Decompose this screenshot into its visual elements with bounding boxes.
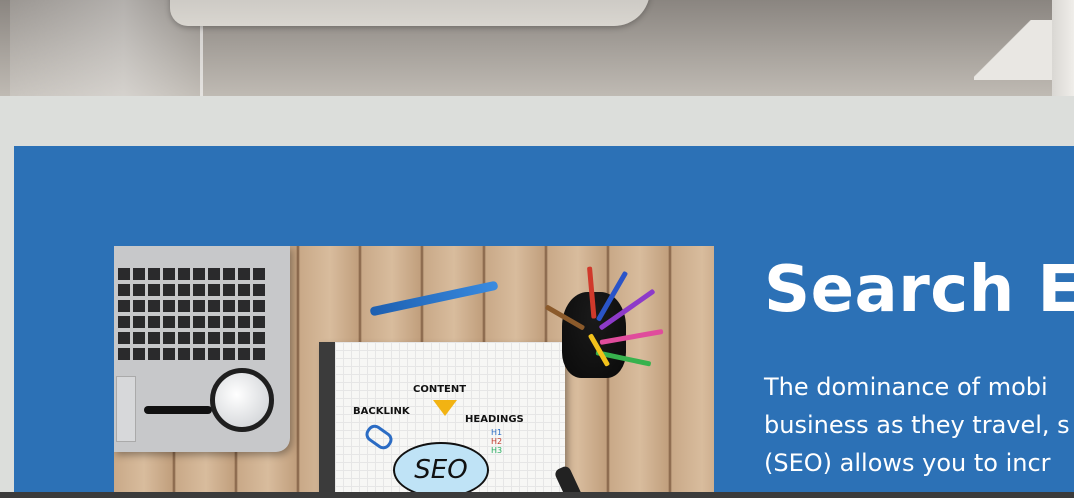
keyboard-image — [118, 264, 268, 360]
section-description: The dominance of mobi business as they t… — [764, 368, 1074, 482]
heading-tags: H1 H2 H3 — [491, 428, 502, 455]
chain-link-icon — [362, 421, 396, 453]
word-content: CONTENT — [413, 384, 467, 395]
description-line: The dominance of mobi — [764, 373, 1048, 401]
photo-edge-strip — [1052, 0, 1074, 96]
section-title: Search E — [764, 253, 1074, 327]
description-line: (SEO) allows you to incr — [764, 449, 1051, 477]
notebook-image: CONTENT BACKLINK HEADINGS H1 H2 H3 SEO — [319, 342, 565, 498]
magnifier-handle — [144, 406, 212, 414]
paper-corner — [974, 20, 1054, 80]
laptop-edge — [170, 0, 650, 26]
word-backlink: BACKLINK — [353, 406, 410, 417]
seo-illustration: CONTENT BACKLINK HEADINGS H1 H2 H3 SEO — [114, 246, 714, 498]
bottom-edge-bar — [0, 492, 1074, 498]
seo-cloud: SEO — [393, 442, 489, 498]
h1-tag: H1 — [491, 428, 503, 437]
badge-icon — [433, 400, 457, 416]
hero-photo — [0, 0, 1074, 96]
h2-tag: H2 — [491, 437, 503, 446]
seo-service-section: CONTENT BACKLINK HEADINGS H1 H2 H3 SEO S… — [14, 146, 1074, 498]
h3-tag: H3 — [491, 446, 503, 455]
magnifying-glass-icon — [210, 368, 274, 432]
description-line: business as they travel, s — [764, 411, 1070, 439]
trackpad-image — [116, 376, 136, 442]
word-headings: HEADINGS — [465, 414, 524, 425]
blue-pen-image — [369, 280, 499, 317]
